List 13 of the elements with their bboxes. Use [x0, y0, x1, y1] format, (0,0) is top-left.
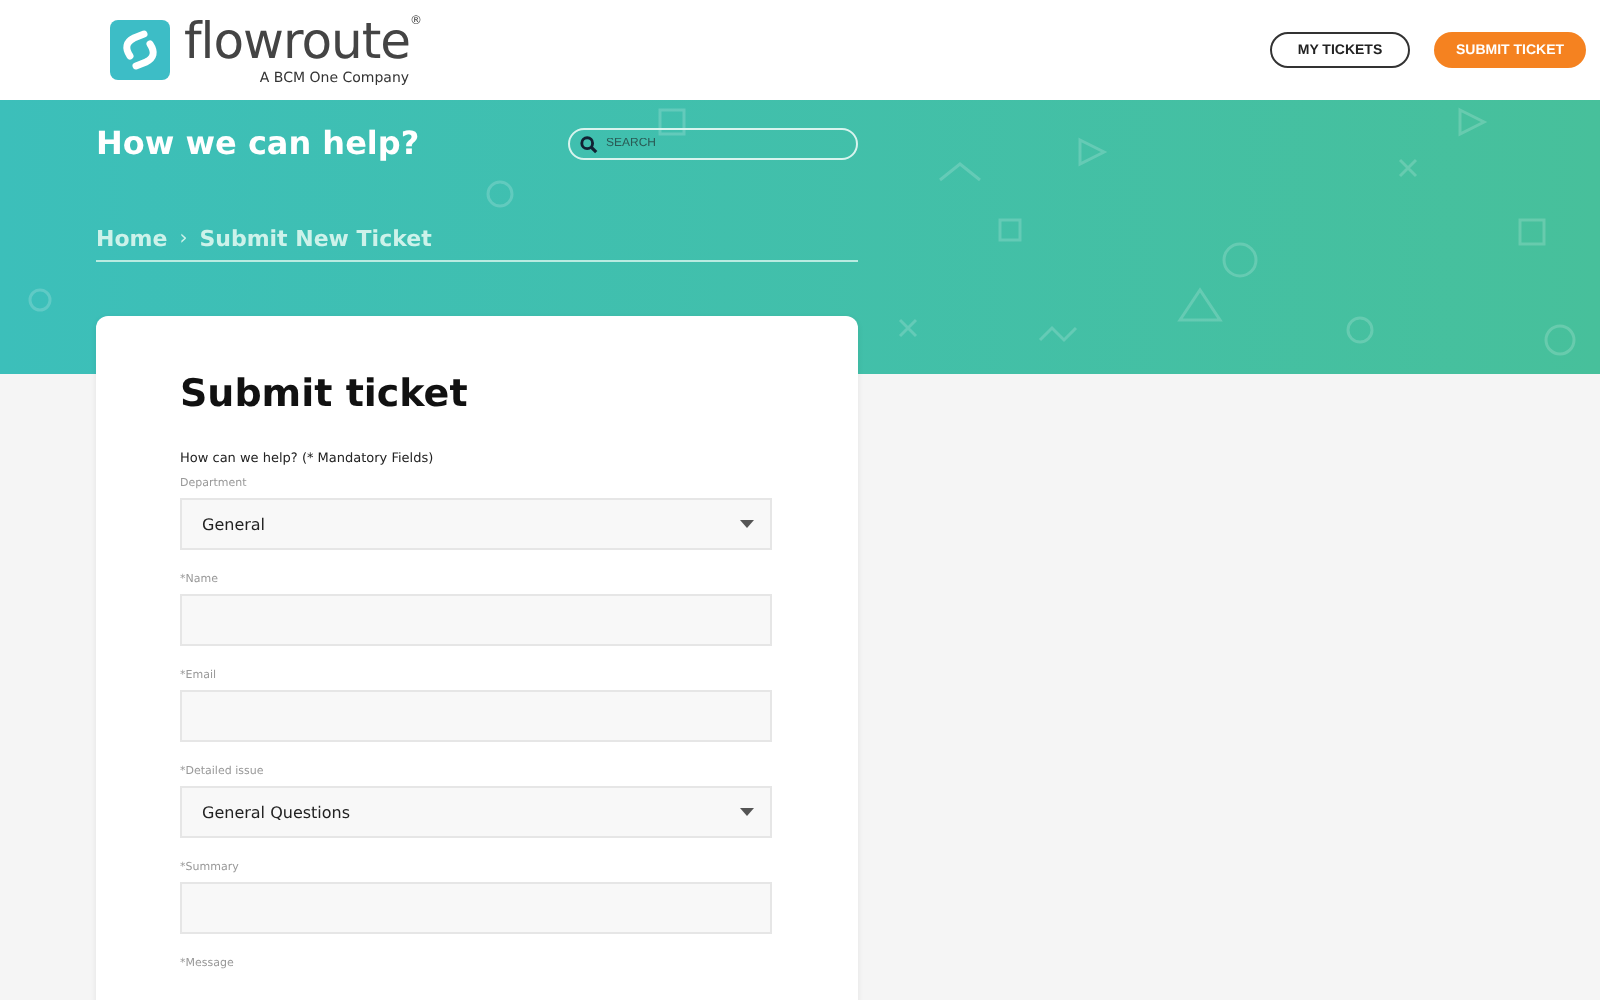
logo-wordmark: flowroute$^{®}$ [184, 15, 422, 65]
caret-icon [740, 520, 754, 528]
search-icon [580, 135, 598, 153]
logo-icon [110, 20, 170, 80]
breadcrumb-separator: › [179, 228, 188, 250]
input-field[interactable] [180, 690, 772, 742]
select-field[interactable]: General [180, 498, 772, 550]
input-field[interactable] [180, 594, 772, 646]
form-title: Submit ticket [180, 372, 470, 416]
select-field[interactable]: General Questions [180, 786, 772, 838]
banner-heading: How we can help? [96, 124, 420, 162]
input-field[interactable] [180, 882, 772, 934]
caret-icon [740, 808, 754, 816]
